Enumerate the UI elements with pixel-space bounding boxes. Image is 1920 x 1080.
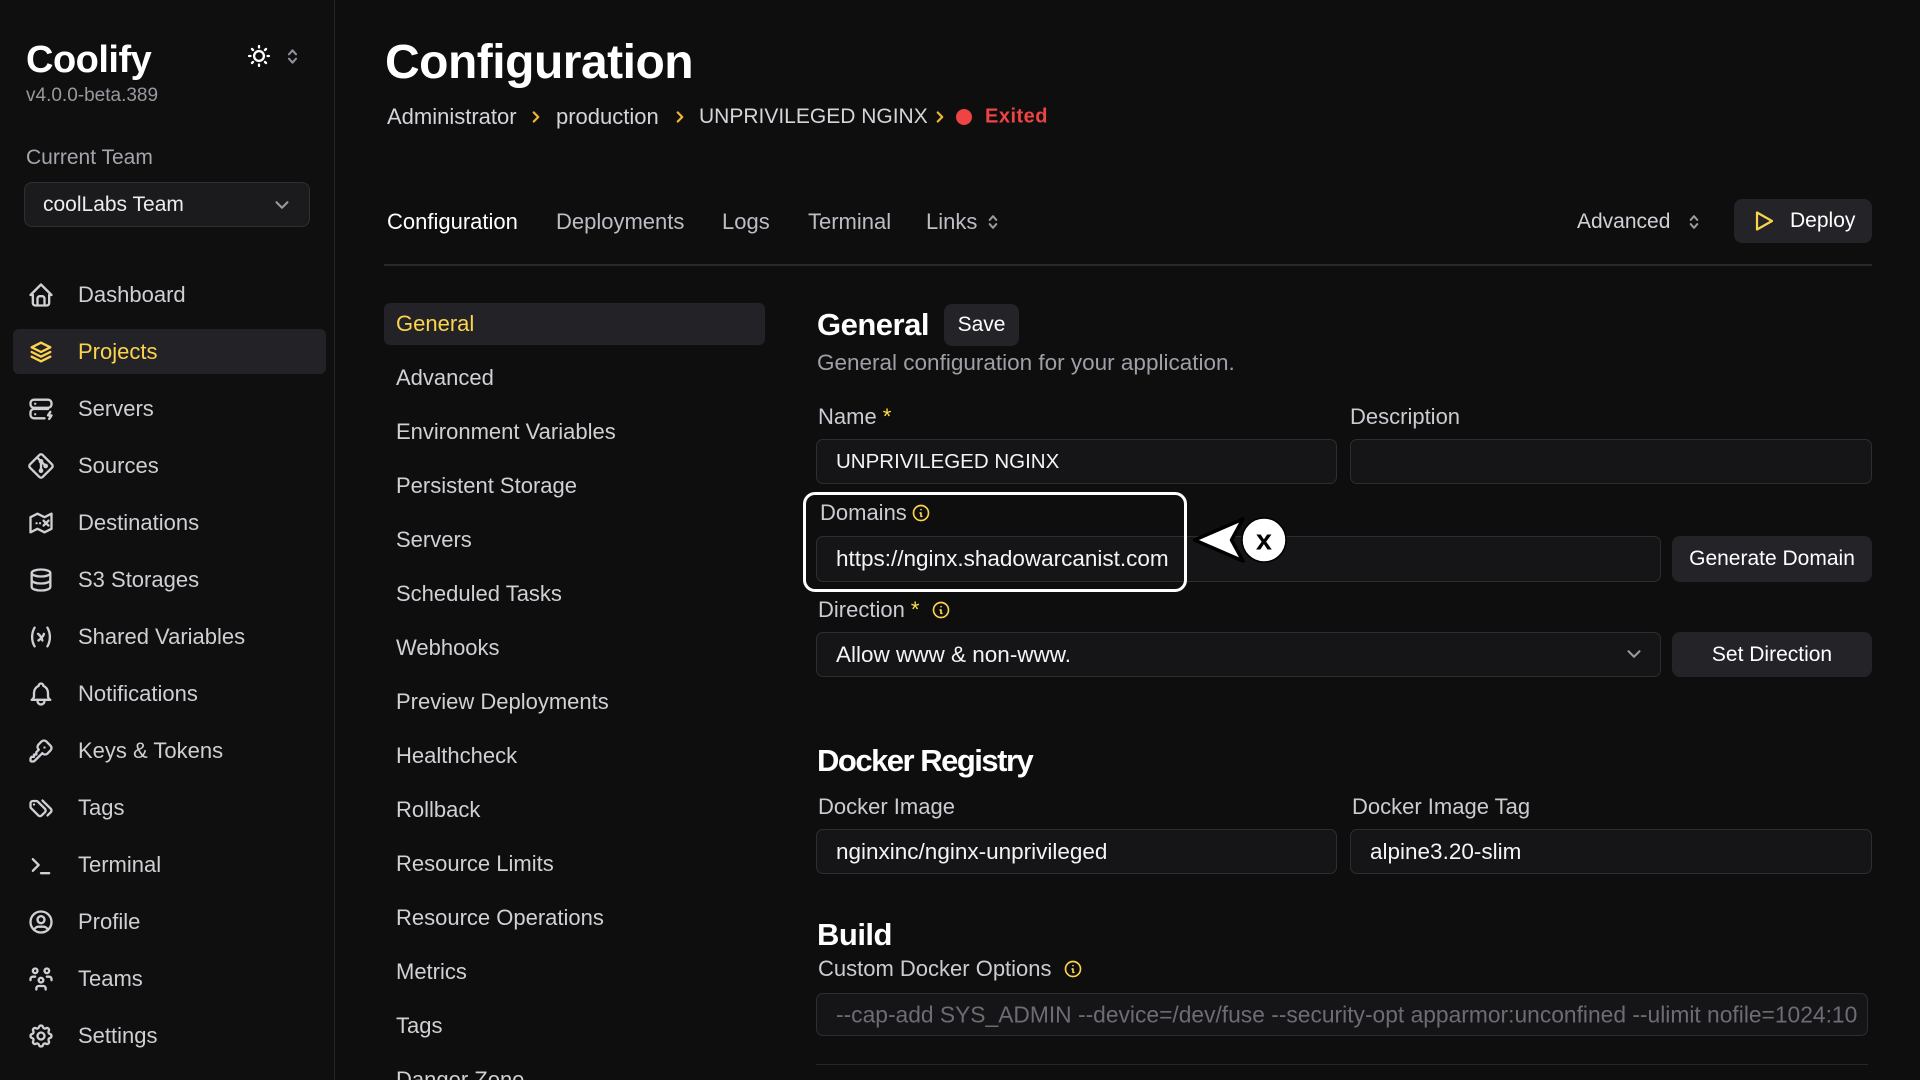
svg-text:x: x [1256, 525, 1272, 557]
